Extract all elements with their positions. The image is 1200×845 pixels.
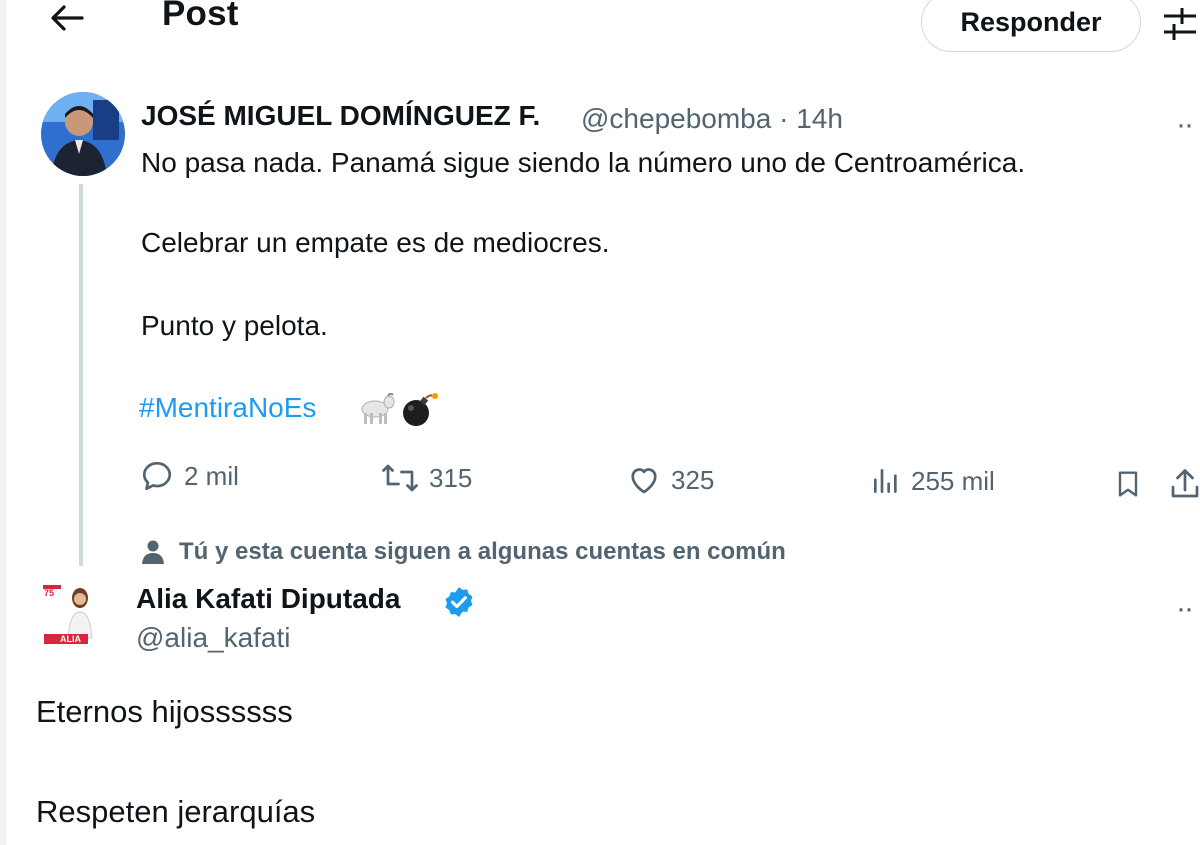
- views-chart-icon: [874, 469, 897, 493]
- sliders-icon: [1164, 8, 1196, 40]
- repost-icon: [382, 464, 418, 492]
- author-handle-time[interactable]: @chepebomba · 14h: [581, 103, 843, 135]
- reply-text-line-2: Respeten jerarquías: [36, 794, 316, 829]
- svg-text:ALIA: ALIA: [60, 634, 81, 644]
- heart-icon: [631, 468, 657, 494]
- share-button[interactable]: [1170, 466, 1200, 502]
- tweet-text-line-3: Punto y pelota.: [141, 310, 328, 341]
- reply-action[interactable]: 2 mil: [139, 458, 239, 494]
- campaign-logo-avatar: 75 ALIA: [40, 582, 106, 654]
- tweet-text-line-2: Celebrar un empate es de mediocres.: [141, 227, 610, 258]
- person-icon: [142, 540, 164, 564]
- repost-action[interactable]: 315: [380, 460, 472, 496]
- goat-emoji: [361, 393, 395, 424]
- back-arrow-icon: [51, 5, 84, 31]
- bookmark-icon: [1118, 471, 1138, 497]
- verified-badge-icon: [445, 587, 473, 617]
- bookmark-button[interactable]: [1112, 466, 1144, 502]
- reply-author-handle[interactable]: @alia_kafati: [136, 622, 291, 654]
- views-action[interactable]: 255 mil: [870, 464, 995, 498]
- social-context-text: Tú y esta cuenta siguen a algunas cuenta…: [179, 538, 786, 565]
- author-name[interactable]: JOSÉ MIGUEL DOMÍNGUEZ F.: [141, 100, 540, 132]
- bomb-emoji: [403, 393, 438, 426]
- author-avatar[interactable]: [41, 92, 125, 176]
- avatar-photo: [41, 92, 125, 176]
- views-count: 255 mil: [911, 465, 995, 496]
- filter-settings-button[interactable]: [1160, 4, 1200, 44]
- reply-count: 2 mil: [184, 460, 239, 491]
- tweet-text-line-1: No pasa nada. Panamá sigue siendo la núm…: [141, 147, 1026, 178]
- emoji-group: [355, 392, 439, 428]
- share-icon: [1171, 469, 1199, 498]
- repost-count: 315: [429, 462, 473, 493]
- social-context: Tú y esta cuenta siguen a algunas cuenta…: [141, 538, 786, 566]
- svg-text:75: 75: [44, 588, 54, 598]
- like-count: 325: [671, 464, 715, 495]
- left-border: [0, 0, 6, 845]
- hashtag-link[interactable]: #MentiraNoEs: [139, 392, 316, 424]
- like-action[interactable]: 325: [626, 462, 714, 498]
- back-button[interactable]: [42, 0, 92, 36]
- reply-icon: [142, 461, 172, 491]
- page-title: Post: [162, 0, 239, 33]
- reply-author-name[interactable]: Alia Kafati Diputada: [136, 583, 400, 615]
- reply-author-avatar[interactable]: 75 ALIA: [40, 582, 106, 654]
- more-options-icon[interactable]: ··: [1176, 108, 1194, 142]
- thread-connector-line: [79, 184, 83, 566]
- reply-button[interactable]: Responder: [921, 0, 1141, 52]
- reply-text-line-1: Eternos hijossssss: [36, 694, 293, 729]
- reply-more-options-icon[interactable]: ··: [1176, 592, 1194, 626]
